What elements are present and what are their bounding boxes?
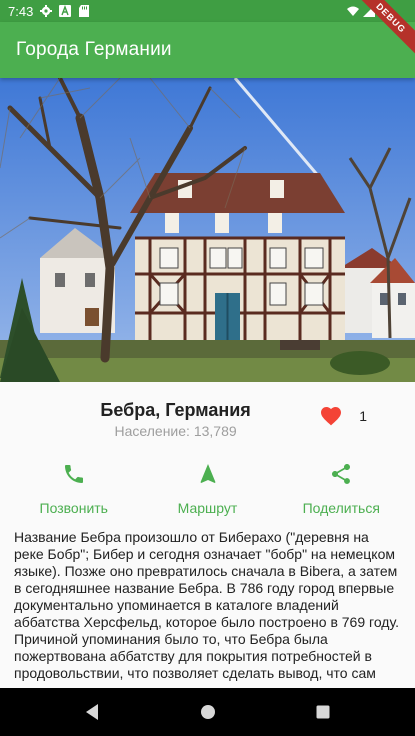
- status-time: 7:43: [8, 3, 34, 19]
- app-bar: Города Германии: [0, 22, 415, 78]
- city-photo: [0, 78, 415, 382]
- app-title: Города Германии: [16, 39, 172, 60]
- recents-icon: [316, 705, 330, 719]
- favorite-count: 1: [359, 408, 367, 424]
- status-bar: 7:43: [0, 0, 415, 22]
- debug-banner-wrap: DEBUG: [355, 0, 415, 60]
- nav-recents-button[interactable]: [299, 688, 347, 736]
- navigation-icon: [200, 464, 215, 483]
- font-a-icon: [59, 5, 72, 17]
- sd-card-icon: [79, 5, 90, 17]
- favorite-widget: 1: [319, 404, 367, 428]
- route-button[interactable]: Маршрут: [148, 456, 268, 520]
- title-section: Бебра, Германия Население: 13,789 1: [0, 382, 415, 446]
- system-nav-bar: [0, 688, 415, 736]
- settings-icon: [40, 5, 53, 17]
- call-button[interactable]: Позвонить: [14, 456, 134, 520]
- action-row: Позвонить Маршрут Поделиться: [0, 456, 415, 520]
- debug-banner: DEBUG: [355, 0, 415, 60]
- home-icon: [200, 705, 215, 719]
- heart-icon[interactable]: [319, 404, 343, 428]
- share-icon: [332, 464, 351, 484]
- nav-back-button[interactable]: [68, 688, 116, 736]
- city-name: Бебра, Германия: [100, 400, 251, 420]
- back-icon: [85, 704, 98, 720]
- route-label: Маршрут: [177, 500, 238, 516]
- nav-home-button[interactable]: [184, 688, 232, 736]
- title-block: Бебра, Германия Население: 13,789: [32, 400, 319, 446]
- share-button[interactable]: Поделиться: [281, 456, 401, 520]
- city-description: Название Бебра произошло от Биберахо ("д…: [14, 529, 399, 687]
- population-text: Население: 13,789: [114, 423, 237, 439]
- share-label: Поделиться: [302, 500, 380, 516]
- phone-icon: [64, 465, 83, 483]
- call-label: Позвонить: [39, 500, 108, 516]
